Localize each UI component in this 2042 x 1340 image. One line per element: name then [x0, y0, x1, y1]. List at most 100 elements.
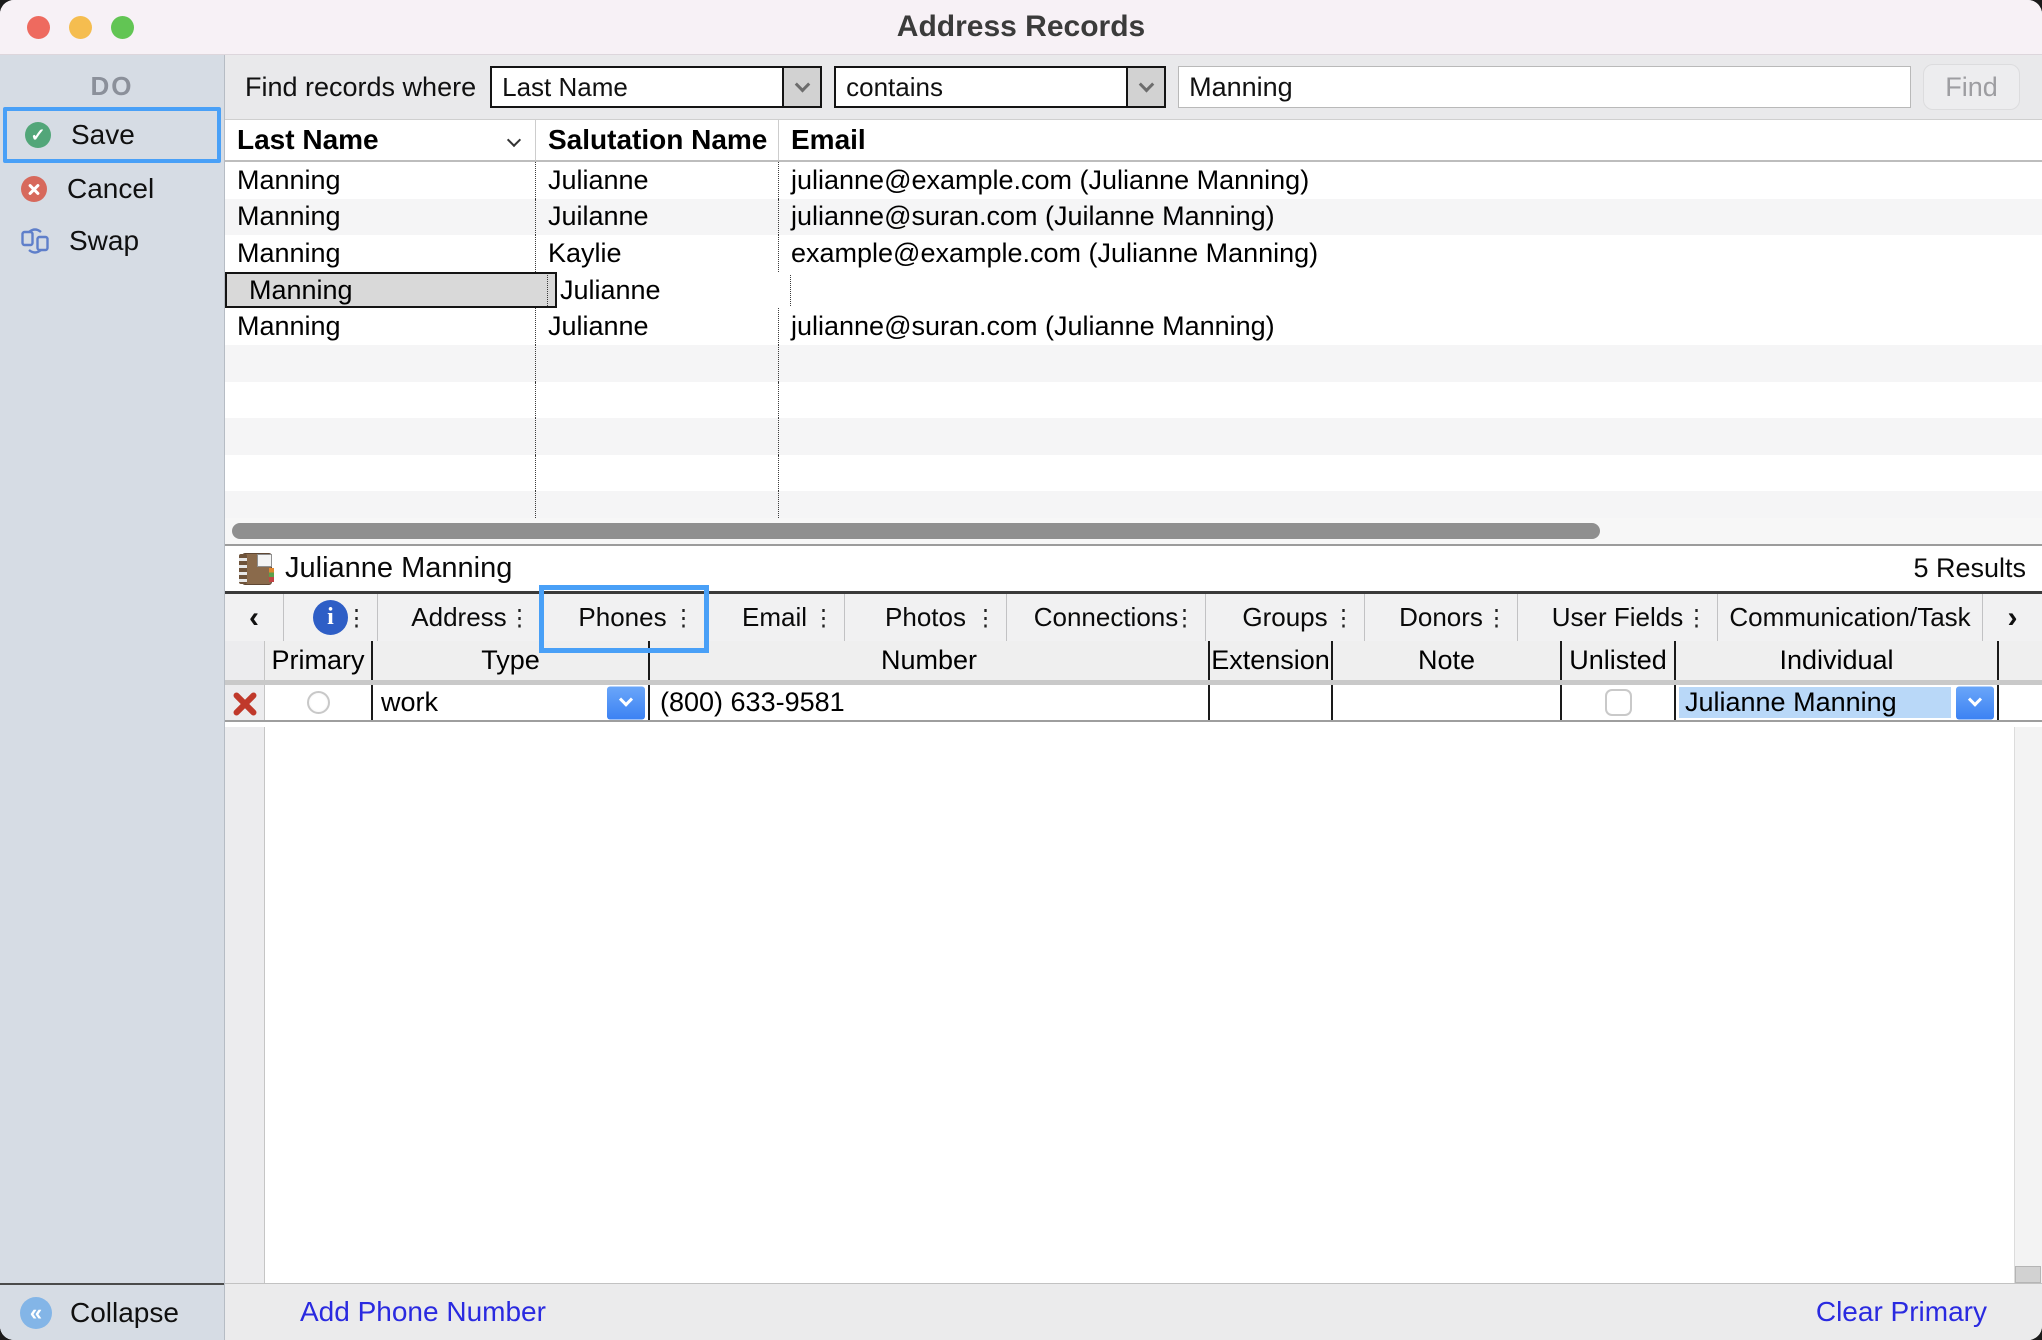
- detail-tab-bar: ‹ i ⋮ Address ⋮ Phones ⋮ Email ⋮ Photos …: [225, 591, 2042, 641]
- table-row[interactable]: Manning Kaylie example@example.com (Juli…: [225, 235, 2042, 272]
- search-label: Find records where: [245, 72, 476, 103]
- table-row-empty: [225, 491, 2042, 518]
- sort-chevron-icon: [507, 133, 521, 147]
- results-count: 5 Results: [1913, 553, 2026, 584]
- save-button-label: Save: [71, 119, 135, 151]
- search-operator-select[interactable]: contains: [834, 66, 1166, 108]
- phone-row: work (800) 633-9581 Julianne Manning: [225, 685, 2042, 722]
- detail-header: Julianne Manning 5 Results: [225, 546, 2042, 591]
- primary-radio[interactable]: [307, 691, 330, 714]
- table-row-empty: [225, 418, 2042, 455]
- unlisted-cell: [1560, 685, 1674, 720]
- find-button[interactable]: Find: [1923, 64, 2020, 110]
- column-header-individual: Individual: [1674, 641, 1997, 680]
- drag-handle-icon[interactable]: ⋮: [508, 606, 531, 629]
- chevron-down-icon: [782, 68, 820, 106]
- clear-primary-link[interactable]: Clear Primary: [1816, 1296, 1987, 1328]
- tab-user-fields[interactable]: User Fields ⋮: [1518, 594, 1718, 641]
- drag-handle-icon[interactable]: ⋮: [1332, 606, 1355, 629]
- row-spacer: [1997, 685, 2042, 720]
- search-field-select[interactable]: Last Name: [490, 66, 822, 108]
- drag-handle-icon[interactable]: ⋮: [1485, 606, 1508, 629]
- tab-photos[interactable]: Photos ⋮: [845, 594, 1007, 641]
- table-row[interactable]: Manning Julianne julianne@example.com (J…: [225, 162, 2042, 199]
- zoom-window-button[interactable]: [111, 16, 134, 39]
- swap-button[interactable]: Swap: [0, 215, 224, 267]
- drag-handle-icon[interactable]: ⋮: [1173, 606, 1196, 629]
- vertical-scrollbar-track[interactable]: [2014, 727, 2042, 1284]
- minimize-window-button[interactable]: [69, 16, 92, 39]
- tab-donors[interactable]: Donors ⋮: [1365, 594, 1518, 641]
- column-header-type: Type: [371, 641, 648, 680]
- column-header-unlisted: Unlisted: [1560, 641, 1674, 680]
- drag-handle-icon[interactable]: ⋮: [345, 606, 368, 629]
- unlisted-checkbox[interactable]: [1605, 689, 1632, 716]
- phone-number-field[interactable]: (800) 633-9581: [648, 685, 1208, 720]
- results-table-header: Last Name Salutation Name Email: [225, 120, 2042, 162]
- delete-x-icon: [232, 690, 258, 716]
- window-controls: [27, 16, 134, 39]
- add-phone-number-link[interactable]: Add Phone Number: [300, 1296, 546, 1328]
- column-header-salutation-name[interactable]: Salutation Name: [536, 120, 779, 160]
- phones-table-header: Primary Type Number Extension Note Unlis…: [225, 641, 2042, 685]
- tab-communication-task[interactable]: Communication/Task: [1718, 594, 1983, 641]
- tab-address[interactable]: Address ⋮: [378, 594, 541, 641]
- column-header-note: Note: [1331, 641, 1560, 680]
- info-icon: i: [313, 600, 348, 635]
- chevron-down-icon[interactable]: [1956, 686, 1994, 719]
- table-row[interactable]: Manning Juilanne julianne@suran.com (Jui…: [225, 199, 2042, 236]
- horizontal-scrollbar: [225, 518, 2042, 544]
- chevron-left-icon: ‹: [249, 603, 259, 633]
- tab-scroll-left-button[interactable]: ‹: [225, 594, 284, 641]
- sidebar-header: DO: [0, 55, 224, 107]
- tab-email[interactable]: Email ⋮: [705, 594, 845, 641]
- save-button[interactable]: ✓ Save: [3, 107, 221, 163]
- phone-type-select[interactable]: work: [371, 685, 648, 720]
- tab-scroll-right-button[interactable]: ›: [1983, 594, 2042, 641]
- primary-cell: [265, 685, 371, 720]
- window-title: Address Records: [897, 10, 1145, 44]
- collapse-button[interactable]: « Collapse: [0, 1283, 224, 1340]
- tab-connections[interactable]: Connections ⋮: [1007, 594, 1206, 641]
- swap-button-label: Swap: [69, 225, 139, 257]
- collapse-button-label: Collapse: [70, 1297, 179, 1329]
- sidebar: DO ✓ Save Cancel Swap « Collapse: [0, 55, 225, 1340]
- drag-handle-icon[interactable]: ⋮: [812, 606, 835, 629]
- column-header-last-name[interactable]: Last Name: [225, 120, 536, 160]
- drag-handle-icon[interactable]: ⋮: [974, 606, 997, 629]
- scrollbar-corner-box: [2015, 1266, 2041, 1283]
- tab-info[interactable]: i ⋮: [284, 594, 378, 641]
- tab-phones[interactable]: Phones ⋮: [541, 594, 705, 641]
- search-bar: Find records where Last Name contains Fi…: [225, 55, 2042, 120]
- collapse-chevrons-icon: «: [20, 1297, 52, 1329]
- search-field-select-value: Last Name: [502, 72, 628, 103]
- table-row[interactable]: Manning Julianne julianne@suran.com (Jul…: [225, 308, 2042, 345]
- close-window-button[interactable]: [27, 16, 50, 39]
- horizontal-scrollbar-thumb[interactable]: [232, 523, 1600, 539]
- column-header-spacer: [1997, 641, 2042, 680]
- column-header-extension: Extension: [1208, 641, 1331, 680]
- bottom-bar: Add Phone Number Clear Primary: [225, 1283, 2042, 1340]
- column-header-email[interactable]: Email: [779, 120, 2042, 160]
- column-header-primary: Primary: [265, 641, 371, 680]
- chevron-down-icon[interactable]: [607, 686, 645, 719]
- note-field[interactable]: [1331, 685, 1560, 720]
- table-row-empty: [225, 345, 2042, 382]
- main-content: Find records where Last Name contains Fi…: [225, 55, 2042, 1340]
- phones-panel: Primary Type Number Extension Note Unlis…: [225, 641, 2042, 1284]
- search-value-input[interactable]: [1178, 66, 1911, 108]
- drag-handle-icon[interactable]: ⋮: [1685, 606, 1708, 629]
- swap-icon: [21, 228, 49, 254]
- drag-handle-icon[interactable]: ⋮: [672, 606, 695, 629]
- cancel-button[interactable]: Cancel: [0, 163, 224, 215]
- save-check-icon: ✓: [25, 122, 51, 148]
- table-row-empty: [225, 455, 2042, 492]
- delete-phone-button[interactable]: [225, 685, 265, 720]
- chevron-right-icon: ›: [2008, 603, 2018, 633]
- table-row-selected[interactable]: Manning Julianne Julianne@suran.com (Add…: [225, 272, 557, 309]
- tab-groups[interactable]: Groups ⋮: [1206, 594, 1365, 641]
- extension-field[interactable]: [1208, 685, 1331, 720]
- individual-select[interactable]: Julianne Manning: [1674, 685, 1997, 720]
- cancel-button-label: Cancel: [67, 173, 154, 205]
- individual-selected-text: Julianne Manning: [1679, 687, 1951, 718]
